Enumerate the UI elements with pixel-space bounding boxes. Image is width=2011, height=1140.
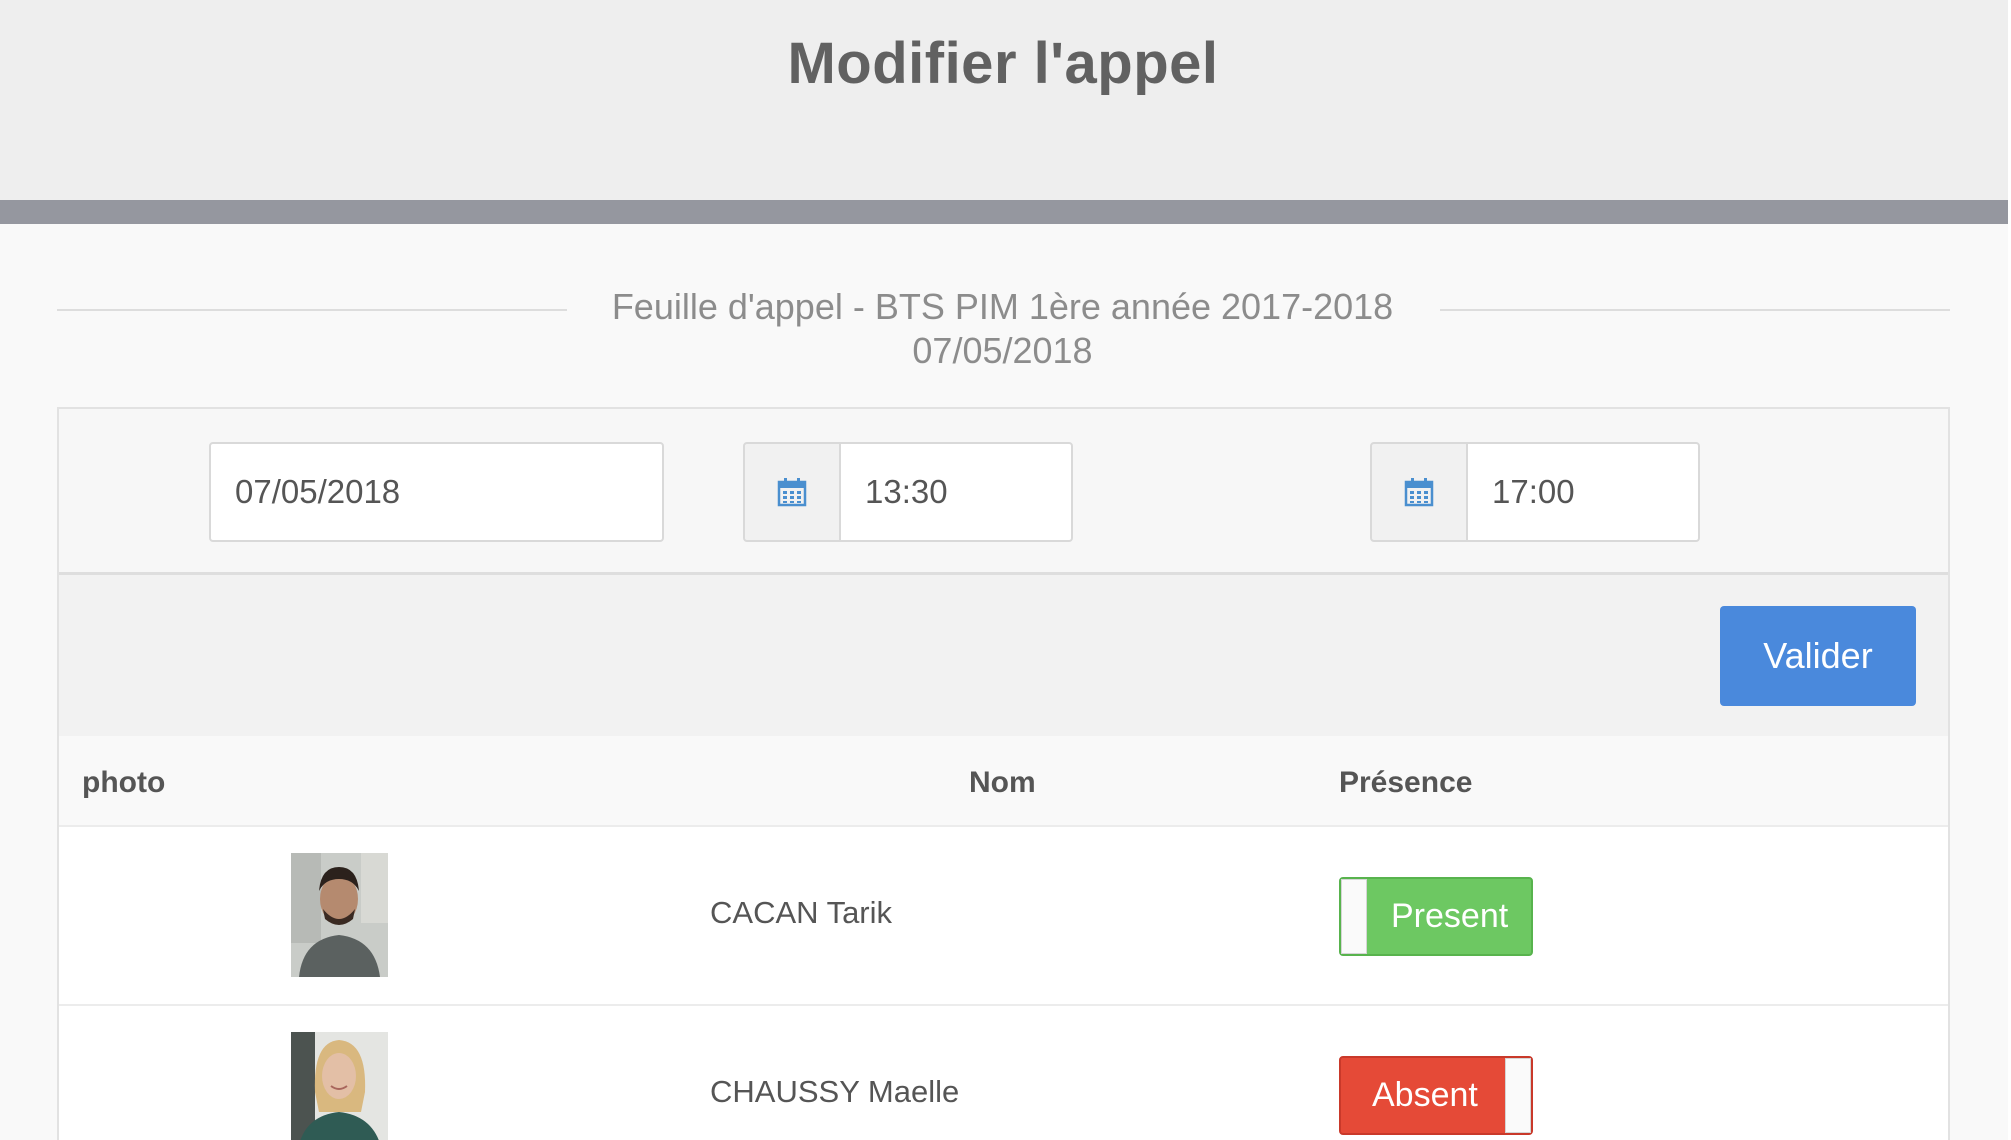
page-title: Modifier l'appel xyxy=(787,31,1219,96)
date-input[interactable]: 07/05/2018 xyxy=(209,442,664,542)
student-photo-image xyxy=(291,853,388,977)
presence-toggle[interactable]: Absent xyxy=(1339,1056,1533,1135)
table-row: CHAUSSY Maelle Absent xyxy=(59,1006,1948,1140)
attendance-panel: 07/05/2018 13:30 17:00 Valider photo Nom… xyxy=(57,407,1950,1140)
attendance-table: photo Nom Présence CACAN Tarik Present C… xyxy=(59,736,1948,1140)
validate-button[interactable]: Valider xyxy=(1720,606,1916,706)
action-bar: Valider xyxy=(59,575,1948,736)
filters-bar: 07/05/2018 13:30 17:00 xyxy=(59,409,1948,575)
page-header: Modifier l'appel xyxy=(0,0,2011,200)
start-time-input[interactable]: 13:30 xyxy=(839,442,1073,542)
table-row: CACAN Tarik Present xyxy=(59,827,1948,1006)
presence-toggle[interactable]: Present xyxy=(1339,877,1533,956)
title-divider-right xyxy=(1440,309,1950,311)
student-photo xyxy=(291,853,388,977)
toggle-knob xyxy=(1505,1058,1531,1133)
student-name: CACAN Tarik xyxy=(710,895,893,930)
sheet-title: Feuille d'appel - BTS PIM 1ère année 201… xyxy=(611,286,1394,327)
column-header-presence: Présence xyxy=(1339,766,1473,799)
sheet-date: 07/05/2018 xyxy=(912,330,1093,371)
title-divider-left xyxy=(57,309,567,311)
column-header-nom: Nom xyxy=(969,766,1036,799)
sheet-heading: Feuille d'appel - BTS PIM 1ère année 201… xyxy=(560,285,1445,373)
student-photo-image xyxy=(291,1032,388,1140)
toggle-knob xyxy=(1341,879,1367,954)
column-header-photo: photo xyxy=(82,766,166,799)
presence-label: Present xyxy=(1391,897,1509,935)
student-photo xyxy=(291,1032,388,1140)
header-divider-bar xyxy=(0,200,2008,224)
start-time-calendar-button[interactable] xyxy=(743,442,841,542)
table-header: photo Nom Présence xyxy=(59,736,1948,827)
student-name: CHAUSSY Maelle xyxy=(710,1074,960,1109)
calendar-icon xyxy=(777,478,807,507)
end-time-input[interactable]: 17:00 xyxy=(1466,442,1700,542)
end-time-calendar-button[interactable] xyxy=(1370,442,1468,542)
presence-label: Absent xyxy=(1372,1076,1478,1114)
calendar-icon xyxy=(1404,478,1434,507)
